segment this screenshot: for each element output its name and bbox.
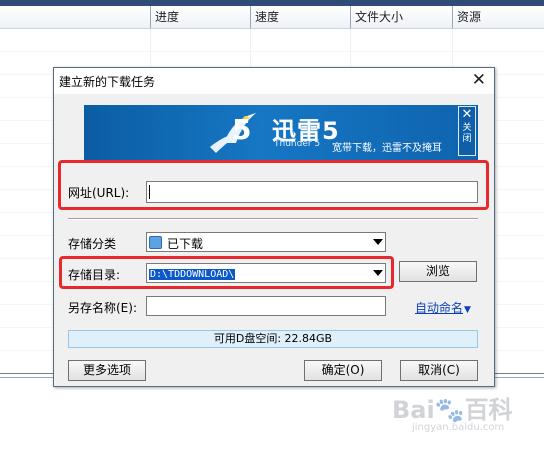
category-select[interactable]: 已下载 [146, 232, 386, 252]
column-speed[interactable]: 速度 [250, 6, 351, 28]
banner-close-button[interactable]: ✕ 关闭 [458, 106, 476, 156]
folder-category-icon [149, 236, 162, 249]
column-progress[interactable]: 进度 [150, 6, 251, 28]
column-label: 速度 [255, 10, 280, 24]
column-label: 资源 [457, 10, 482, 24]
column-source[interactable]: 资源 [452, 6, 544, 28]
column-file-size[interactable]: 文件大小 [350, 6, 453, 28]
svg-text:5: 5 [232, 113, 251, 146]
thunder-logo-icon: 5 [210, 113, 256, 153]
chevron-down-icon: ▼ [464, 305, 471, 315]
category-label: 存储分类 [68, 237, 117, 251]
watermark-url: jingyan.baidu.com [412, 422, 505, 433]
highlight-box-url [58, 160, 489, 210]
auto-rename-label: 自动命名 [415, 301, 464, 315]
download-list-header: 进度 速度 文件大小 资源 [0, 6, 544, 29]
thunder-banner: 5 迅雷5 Thunder 5 宽带下载，迅雷不及掩耳 [84, 105, 478, 160]
baidu-watermark: Bai🐾百科 jingyan.baidu.com [392, 390, 537, 440]
browse-button[interactable]: 浏览 [399, 261, 477, 282]
dialog-title: 建立新的下载任务 [59, 75, 156, 89]
chevron-down-icon[interactable] [373, 239, 383, 245]
auto-rename-link[interactable]: 自动命名▼ [415, 299, 471, 316]
cancel-button[interactable]: 取消(C) [400, 360, 478, 381]
highlight-box-directory [59, 256, 394, 289]
banner-slogan: 宽带下载，迅雷不及掩耳 [332, 143, 442, 154]
watermark-text: Bai🐾百科 [392, 396, 513, 424]
banner-english-name: Thunder 5 [274, 139, 321, 149]
column-label: 文件大小 [355, 10, 404, 24]
banner-close-label: 关闭 [462, 123, 472, 144]
column-label: 进度 [155, 10, 180, 24]
save-as-input[interactable] [146, 296, 386, 316]
separator [68, 218, 478, 220]
save-as-label: 另存名称(E): [68, 301, 137, 315]
dialog-titlebar[interactable]: 建立新的下载任务 ✕ [54, 68, 494, 94]
ok-button[interactable]: 确定(O) [304, 360, 382, 381]
close-icon: ✕ [461, 107, 473, 122]
new-download-dialog: 建立新的下载任务 ✕ 5 迅雷5 Thunder 5 宽带下载，迅雷不及掩耳 ✕… [53, 67, 495, 387]
close-icon[interactable]: ✕ [472, 70, 486, 90]
category-value: 已下载 [167, 237, 204, 251]
free-space-info: 可用D盘空间: 22.84GB [68, 330, 478, 348]
more-options-button[interactable]: 更多选项 [68, 360, 146, 381]
